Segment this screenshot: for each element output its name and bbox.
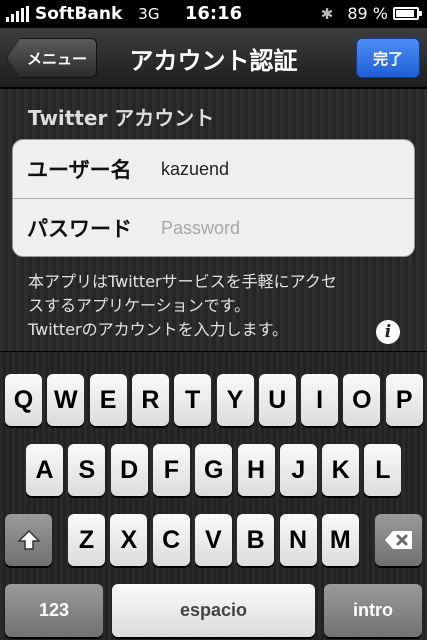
status-bar: SoftBank 3G 16:16 ✱ 89 %: [0, 0, 427, 28]
key-z[interactable]: Z: [68, 514, 105, 566]
bluetooth-icon: ✱: [320, 4, 334, 23]
space-key[interactable]: espacio: [112, 584, 315, 637]
description-line: スするアプリケーションです。: [28, 296, 251, 315]
battery-fill: [396, 10, 414, 17]
key-q[interactable]: Q: [5, 374, 42, 426]
key-m[interactable]: M: [321, 514, 359, 566]
key-n[interactable]: N: [279, 514, 317, 566]
username-label: ユーザー名: [27, 158, 132, 182]
key-r[interactable]: R: [131, 374, 169, 426]
content-area: Twitter アカウント ユーザー名 パスワード 本アプリはTwitterサー…: [0, 89, 427, 351]
key-c[interactable]: C: [152, 514, 190, 566]
done-button[interactable]: 完了: [356, 38, 420, 78]
delete-key[interactable]: [375, 514, 422, 566]
key-s[interactable]: S: [68, 444, 106, 496]
info-icon[interactable]: i: [376, 320, 400, 344]
key-g[interactable]: G: [195, 444, 233, 496]
password-input[interactable]: [161, 213, 404, 243]
key-f[interactable]: F: [152, 444, 190, 496]
battery-icon: [393, 7, 422, 20]
shift-arrow-icon: [16, 529, 41, 550]
battery-percent: 89 %: [347, 4, 388, 23]
key-w[interactable]: W: [47, 374, 85, 426]
key-y[interactable]: Y: [216, 374, 254, 426]
return-key[interactable]: intro: [324, 584, 422, 637]
description-text: 本アプリはTwitterサービスを手軽にアクセ スするアプリケーションです。 T…: [28, 270, 398, 342]
key-a[interactable]: A: [26, 444, 63, 496]
shift-key[interactable]: [5, 514, 52, 566]
key-j[interactable]: J: [279, 444, 317, 496]
key-t[interactable]: T: [174, 374, 212, 426]
page-title: アカウント認証: [129, 47, 298, 75]
back-button[interactable]: メニュー: [7, 38, 97, 78]
password-row[interactable]: パスワード: [13, 198, 414, 256]
key-k[interactable]: K: [322, 444, 360, 496]
username-input[interactable]: [161, 154, 404, 184]
key-v[interactable]: V: [194, 514, 232, 566]
backspace-icon: [384, 531, 412, 549]
key-l[interactable]: L: [364, 444, 402, 496]
description-line: 本アプリはTwitterサービスを手軽にアクセ: [28, 272, 337, 291]
password-label: パスワード: [27, 217, 132, 241]
key-i[interactable]: I: [301, 374, 339, 426]
key-x[interactable]: X: [110, 514, 148, 566]
key-o[interactable]: O: [343, 374, 381, 426]
navigation-bar: メニュー アカウント認証 完了: [0, 28, 427, 88]
login-form-group: ユーザー名 パスワード: [12, 139, 415, 257]
key-p[interactable]: P: [385, 374, 423, 426]
status-right: ✱ 89 %: [320, 4, 422, 23]
key-d[interactable]: D: [110, 444, 148, 496]
keyboard: 123 espacio intro QWERTYUIOP ASDFGHJKL ZXC…: [0, 352, 427, 640]
key-e[interactable]: E: [89, 374, 127, 426]
section-header: Twitter アカウント: [28, 106, 215, 130]
description-line: Twitterのアカウントを入力します。: [28, 320, 289, 339]
key-b[interactable]: B: [237, 514, 275, 566]
username-row[interactable]: ユーザー名: [13, 140, 414, 198]
key-h[interactable]: H: [237, 444, 275, 496]
key-u[interactable]: U: [258, 374, 296, 426]
numbers-key[interactable]: 123: [5, 584, 103, 637]
